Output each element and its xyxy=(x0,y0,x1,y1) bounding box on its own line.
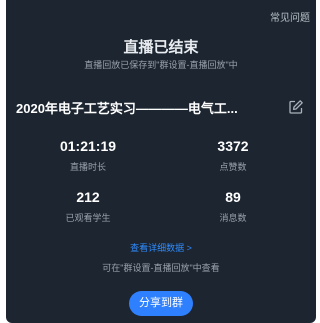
page-title: 直播已结束 xyxy=(123,39,199,56)
help-link[interactable]: 常见问题 xyxy=(270,9,310,24)
stat-duration: 01:21:19 直播时长 xyxy=(28,137,148,173)
session-title: 2020年电子工艺实习————电气工... xyxy=(16,101,238,116)
stat-likes: 3372 点赞数 xyxy=(173,137,293,173)
duration-label: 直播时长 xyxy=(69,162,106,172)
view-detail-link[interactable]: 查看详细数据 > xyxy=(6,241,316,254)
viewers-value: 212 xyxy=(76,189,100,205)
stat-messages: 89 消息数 xyxy=(173,188,293,224)
messages-value: 89 xyxy=(225,189,241,205)
duration-value: 01:21:19 xyxy=(59,138,117,154)
session-row: 2020年电子工艺实习————电气工... xyxy=(14,98,308,116)
replay-saved-note: 直播回放已保存到"群设置-直播回放"中 xyxy=(84,60,238,70)
stat-viewers: 212 已观看学生 xyxy=(28,188,148,224)
viewers-label: 已观看学生 xyxy=(65,213,111,223)
likes-label: 点赞数 xyxy=(219,162,247,172)
share-to-group-button[interactable]: 分享到群 xyxy=(129,291,193,316)
edit-icon[interactable] xyxy=(288,99,304,115)
replay-location-hint: 可在"群设置-直播回放"中查看 xyxy=(102,263,220,273)
window-frame: 常见问题 直播已结束 直播回放已保存到"群设置-直播回放"中 2020年电子工艺… xyxy=(0,0,320,323)
live-ended-panel: 常见问题 直播已结束 直播回放已保存到"群设置-直播回放"中 2020年电子工艺… xyxy=(6,0,316,323)
likes-value: 3372 xyxy=(217,138,249,154)
messages-label: 消息数 xyxy=(219,213,247,223)
